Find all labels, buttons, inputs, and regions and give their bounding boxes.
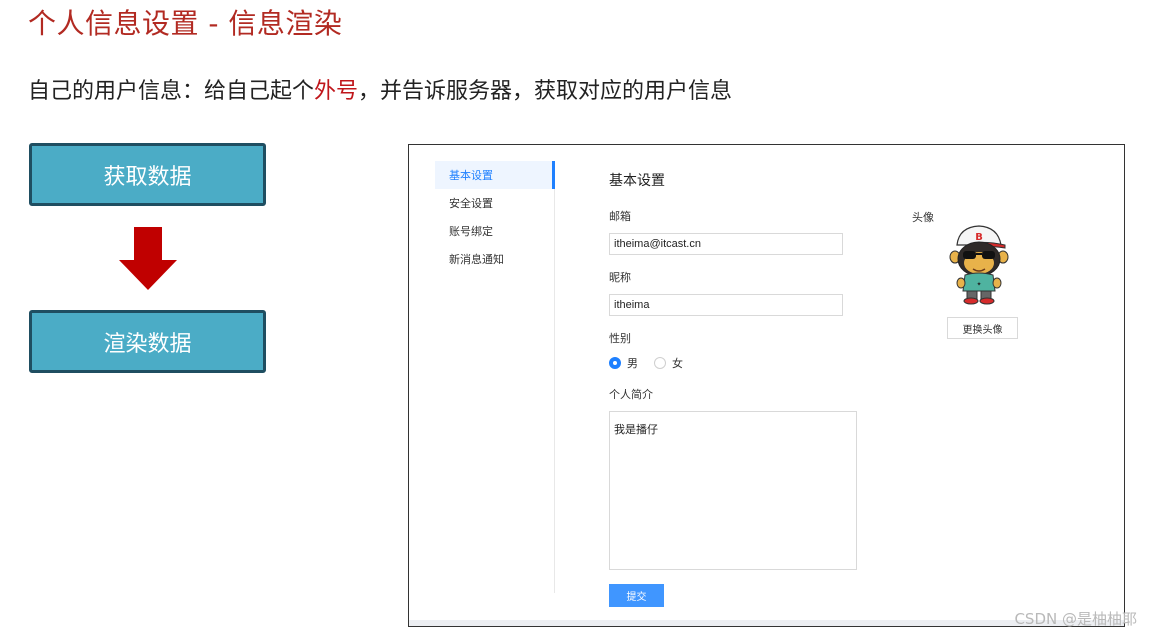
- slide-title: 个人信息设置 - 信息渲染: [28, 7, 343, 40]
- flow-step-fetch-data: 获取数据: [29, 143, 266, 206]
- menu-item-account-binding[interactable]: 账号绑定: [435, 217, 554, 245]
- gender-female-radio[interactable]: [654, 357, 666, 369]
- down-arrow-icon: [119, 227, 177, 290]
- subtitle-part-2: ，并告诉服务器，获取对应的用户信息: [358, 79, 733, 104]
- nickname-label: 昵称: [609, 271, 631, 284]
- intro-textarea[interactable]: 我是播仔: [609, 411, 857, 570]
- menu-item-security-settings[interactable]: 安全设置: [435, 189, 554, 217]
- subtitle-part-1: 自己的用户信息：给自己起个: [28, 79, 315, 104]
- svg-text:B: B: [975, 232, 983, 243]
- gender-male-radio[interactable]: [609, 357, 621, 369]
- settings-menu: 基本设置 安全设置 账号绑定 新消息通知: [435, 161, 555, 593]
- avatar-label: 头像: [912, 211, 934, 224]
- monkey-avatar-icon: B ✦: [949, 225, 1009, 305]
- submit-button[interactable]: 提交: [609, 584, 664, 607]
- menu-item-message-notifications[interactable]: 新消息通知: [435, 245, 554, 273]
- flow-step-render-data: 渲染数据: [29, 310, 266, 373]
- change-avatar-button[interactable]: 更换头像: [947, 317, 1018, 339]
- gender-female-label: 女: [672, 357, 683, 370]
- email-label: 邮箱: [609, 210, 631, 223]
- menu-item-basic-settings[interactable]: 基本设置: [435, 161, 555, 189]
- gender-label: 性别: [609, 332, 631, 345]
- svg-text:✦: ✦: [976, 281, 981, 288]
- subtitle-highlight: 外号: [314, 79, 359, 104]
- gender-male-label: 男: [627, 357, 638, 370]
- email-field[interactable]: itheima@itcast.cn: [609, 233, 843, 255]
- nickname-field[interactable]: itheima: [609, 294, 843, 316]
- settings-page-mockup: 基本设置 安全设置 账号绑定 新消息通知 基本设置 邮箱 itheima@itc…: [408, 144, 1125, 627]
- slide-subtitle: 自己的用户信息：给自己起个外号，并告诉服务器，获取对应的用户信息: [28, 73, 732, 105]
- intro-label: 个人简介: [609, 388, 653, 401]
- section-title: 基本设置: [609, 173, 665, 189]
- gender-radio-group: 男 女: [609, 355, 699, 371]
- watermark: CSDN @是柚柚耶: [1014, 610, 1137, 628]
